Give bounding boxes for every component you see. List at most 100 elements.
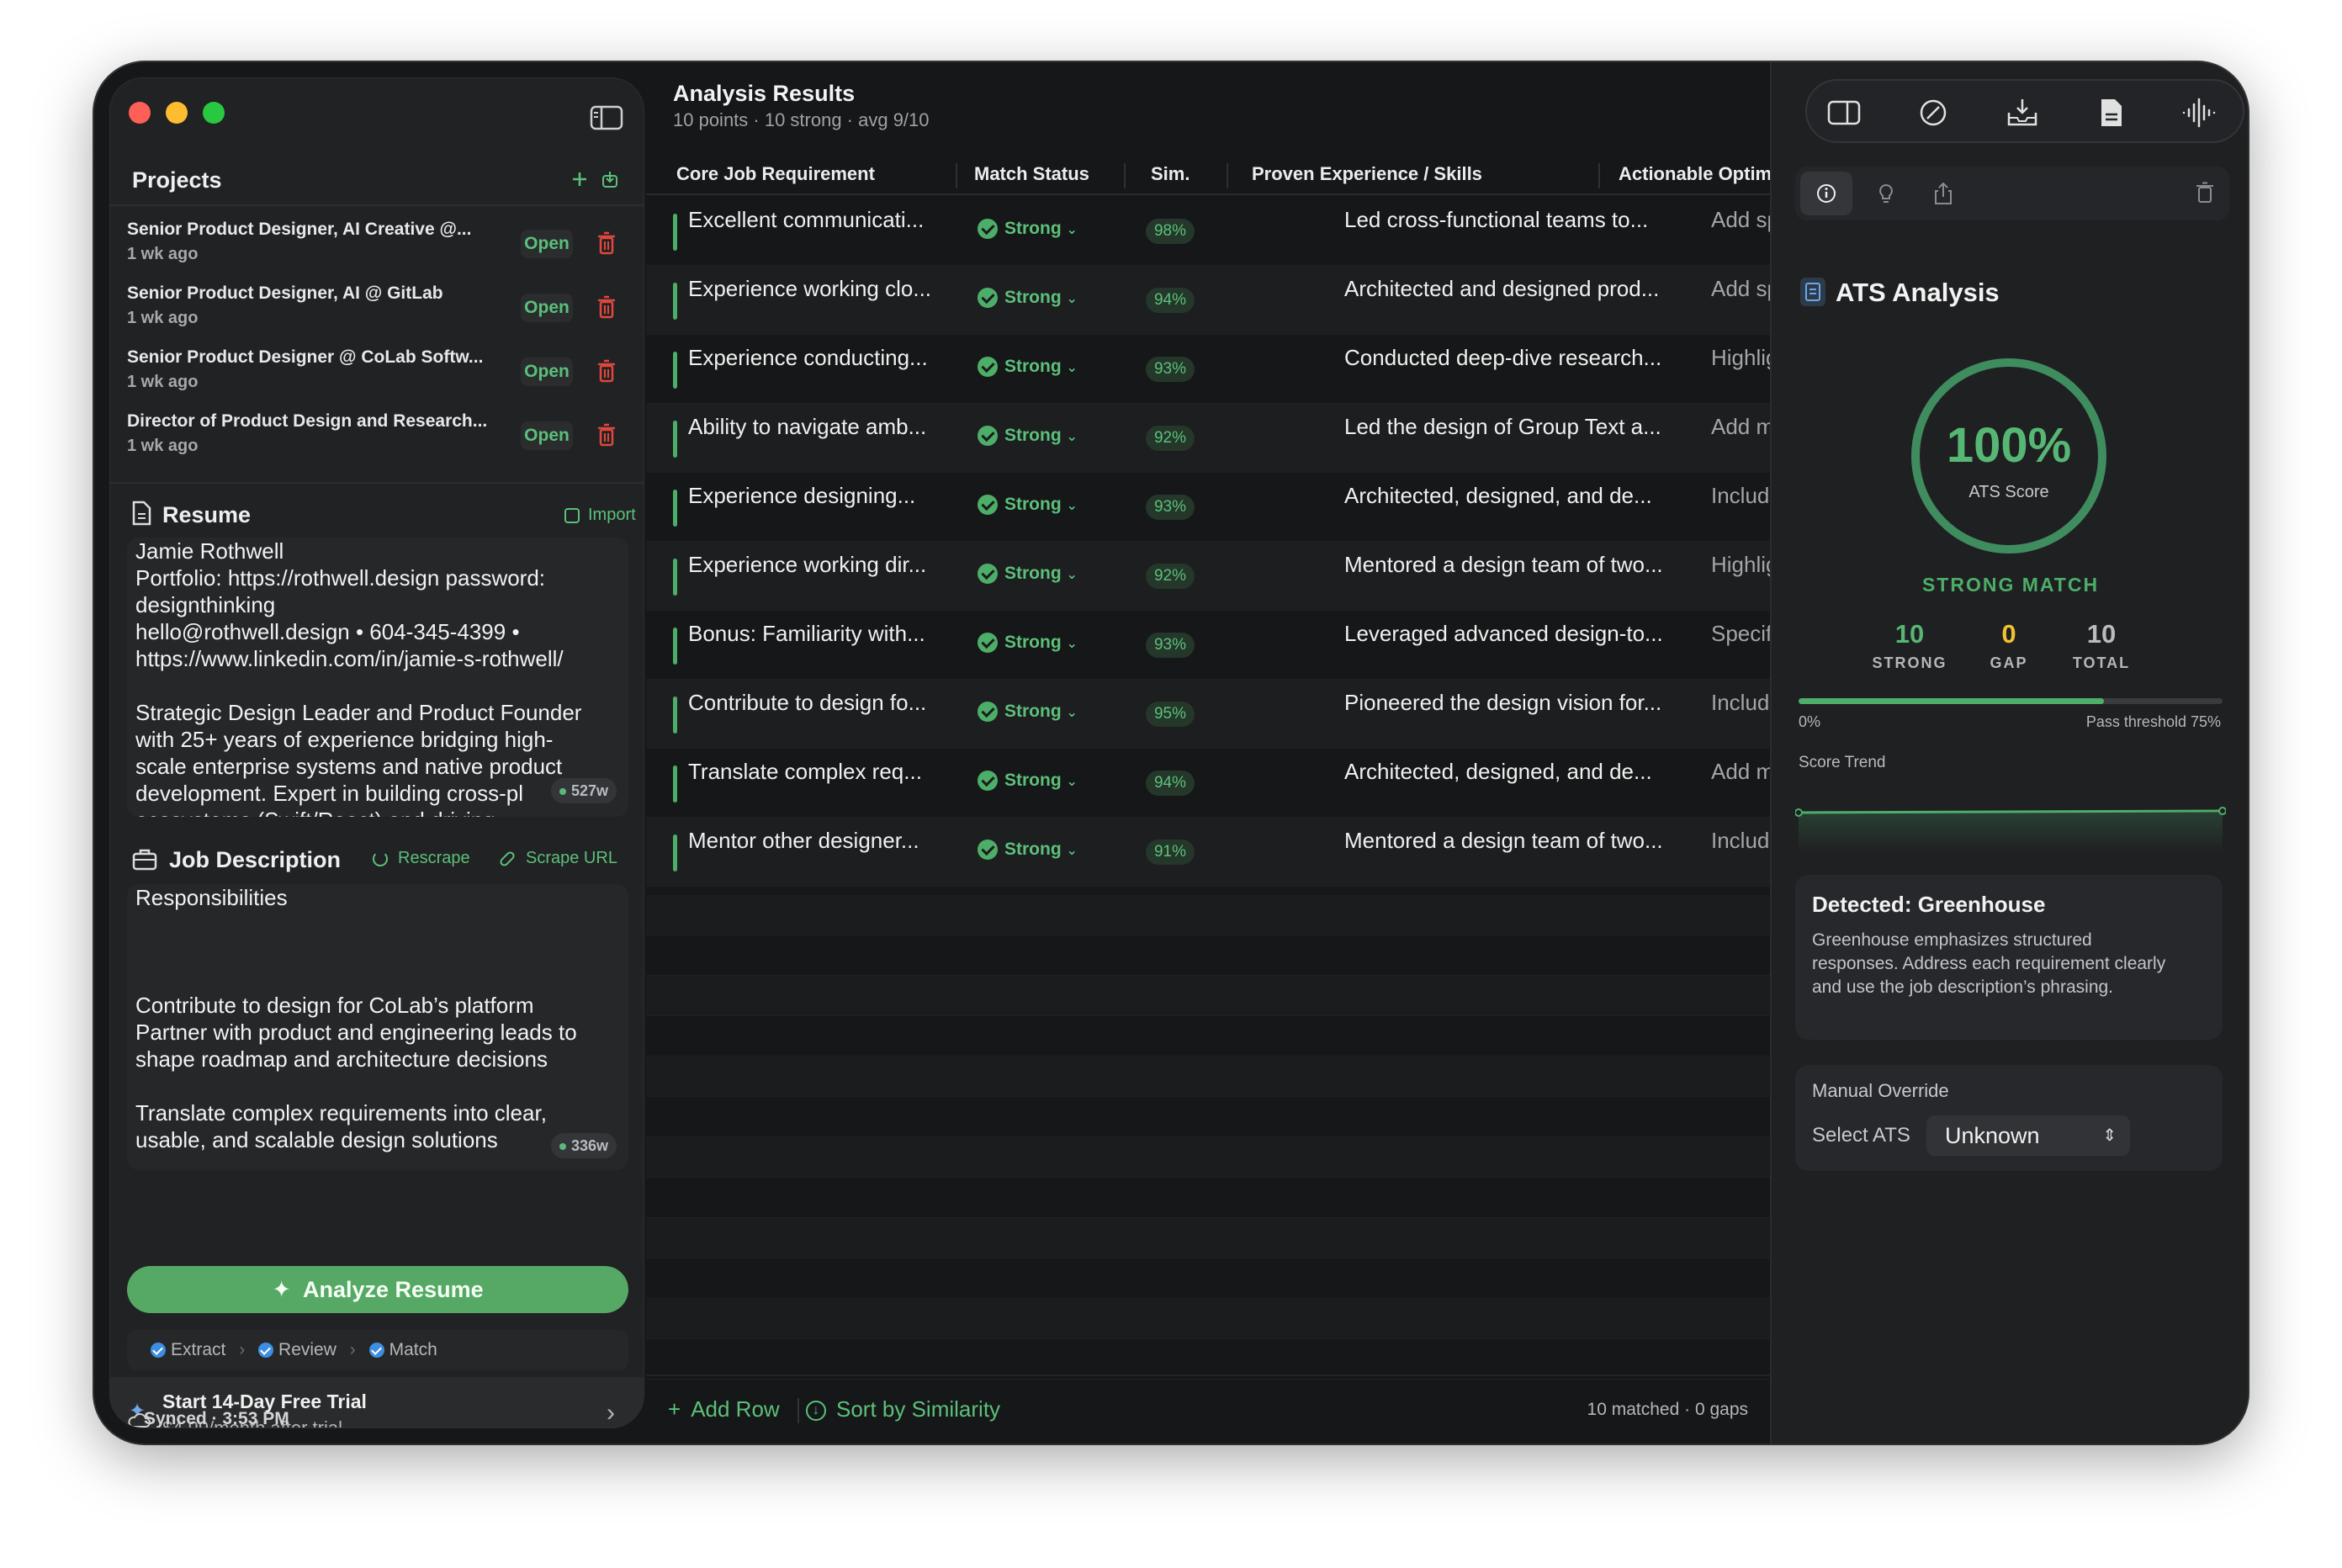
trash-icon[interactable] (596, 231, 617, 255)
waveform-icon[interactable] (2180, 94, 2217, 131)
ats-select[interactable]: Unknown ⇕ (1926, 1115, 2130, 1156)
resume-text[interactable]: Jamie Rothwell Portfolio: https://rothwe… (127, 538, 628, 817)
match-status-dropdown[interactable]: Strong ⌄ (978, 426, 1078, 447)
manual-override-title: Manual Override (1812, 1080, 1949, 1101)
open-project-button[interactable]: Open (521, 358, 573, 386)
match-status-dropdown[interactable]: Strong ⌄ (978, 702, 1078, 723)
match-status-dropdown[interactable]: Strong ⌄ (978, 564, 1078, 585)
table-row[interactable]: Experience working clo... Strong ⌄ 94% Arch… (646, 266, 1858, 335)
table-row[interactable]: Experience designing... Strong ⌄ 93% Archit… (646, 473, 1861, 542)
checkmark-circle-icon (978, 702, 998, 723)
empty-row (646, 1137, 1770, 1178)
experience-cell[interactable]: Led the design of Group Text a... (1344, 414, 1706, 440)
requirement-cell[interactable]: Ability to navigate amb... (688, 414, 956, 440)
chevron-down-icon: ⌄ (1066, 844, 1078, 858)
rescrape-button[interactable]: Rescrape (373, 849, 470, 868)
column-header[interactable]: Actionable Optim (1619, 163, 1772, 185)
empty-row (646, 1299, 1770, 1339)
import-project-icon[interactable] (600, 169, 620, 189)
match-status-dropdown[interactable]: Strong ⌄ (978, 357, 1078, 378)
trash-icon[interactable] (596, 359, 617, 383)
project-item[interactable]: Senior Product Designer @ CoLab Softw...… (110, 339, 644, 403)
table-row[interactable]: Contribute to design fo... Strong ⌄ 95% Pio… (646, 680, 1859, 749)
lightbulb-icon[interactable] (1876, 183, 1896, 205)
experience-cell[interactable]: Architected, designed, and de... (1344, 483, 1706, 509)
chevron-right-icon: › (349, 1340, 356, 1359)
sparkle-icon: ✦ (272, 1277, 292, 1302)
requirement-cell[interactable]: Excellent communicati... (688, 207, 956, 233)
requirement-cell[interactable]: Experience working clo... (688, 276, 956, 302)
empty-row (646, 1178, 1770, 1218)
match-status-dropdown[interactable]: Strong ⌄ (978, 495, 1078, 516)
trash-icon[interactable] (596, 295, 617, 319)
score-trend-chart (1794, 803, 2227, 853)
minimize-window-button[interactable] (166, 102, 188, 124)
chevron-down-icon: ⌄ (1066, 637, 1078, 651)
requirement-cell[interactable]: Mentor other designer... (688, 828, 956, 854)
row-indicator (673, 421, 677, 458)
match-status-dropdown[interactable]: Strong ⌄ (978, 219, 1078, 240)
share-icon[interactable] (1933, 182, 1953, 205)
trash-icon[interactable] (596, 423, 617, 447)
experience-cell[interactable]: Architected, designed, and de... (1344, 759, 1706, 785)
match-status-dropdown[interactable]: Strong ⌄ (978, 840, 1078, 861)
experience-cell[interactable]: Leveraged advanced design-to... (1344, 621, 1706, 647)
table-row[interactable]: Mentor other designer... Strong ⌄ 91% Mento… (646, 818, 1861, 887)
open-project-button[interactable]: Open (521, 230, 573, 258)
column-header[interactable]: Core Job Requirement (676, 163, 875, 185)
document-icon (130, 501, 152, 526)
table-row[interactable]: Experience working dir... Strong ⌄ 92% Ment… (646, 542, 1867, 611)
requirement-cell[interactable]: Bonus: Familiarity with... (688, 621, 956, 647)
close-window-button[interactable] (129, 102, 151, 124)
experience-cell[interactable]: Conducted deep-dive research... (1344, 345, 1706, 371)
score-progress-bar (1799, 698, 2223, 704)
experience-cell[interactable]: Mentored a design team of two... (1344, 828, 1706, 854)
experience-cell[interactable]: Led cross-functional teams to... (1344, 207, 1706, 233)
table-row[interactable]: Bonus: Familiarity with... Strong ⌄ 93% Lev… (646, 611, 1862, 680)
experience-cell[interactable]: Architected and designed prod... (1344, 276, 1706, 302)
column-header[interactable]: Match Status (974, 163, 1089, 185)
document-fill-icon[interactable] (2093, 94, 2130, 131)
job-description-text[interactable]: Responsibilities Contribute to design fo… (127, 884, 628, 1170)
similarity-badge: 93% (1146, 357, 1195, 382)
open-project-button[interactable]: Open (521, 421, 573, 450)
table-row[interactable]: Experience conducting... Strong ⌄ 93% Condu… (646, 335, 1855, 404)
match-status-dropdown[interactable]: Strong ⌄ (978, 633, 1078, 654)
trash-icon[interactable] (2196, 182, 2214, 204)
add-project-icon[interactable] (570, 169, 590, 189)
step-review: Review (278, 1340, 336, 1359)
threshold-label: Pass threshold 75% (2085, 713, 2221, 730)
add-row-button[interactable]: + Add Row (668, 1396, 780, 1422)
resume-word-count: 527w (550, 778, 617, 803)
zoom-window-button[interactable] (203, 102, 225, 124)
match-status-dropdown[interactable]: Strong ⌄ (978, 288, 1078, 309)
prohibit-icon[interactable] (1915, 94, 1952, 131)
analyze-resume-button[interactable]: ✦ Analyze Resume (127, 1266, 628, 1313)
project-item[interactable]: Director of Product Design and Research.… (110, 403, 644, 467)
project-item[interactable]: Senior Product Designer, AI Creative @..… (110, 211, 644, 275)
experience-cell[interactable]: Mentored a design team of two... (1344, 552, 1706, 578)
project-item[interactable]: Senior Product Designer, AI @ GitLab 1 w… (110, 275, 644, 339)
requirement-cell[interactable]: Experience working dir... (688, 552, 956, 578)
open-project-button[interactable]: Open (521, 294, 573, 322)
import-resume-button[interactable]: Import (564, 506, 636, 525)
requirement-cell[interactable]: Translate complex req... (688, 759, 956, 785)
sort-by-similarity-button[interactable]: ↓ Sort by Similarity (806, 1396, 1000, 1422)
match-status-dropdown[interactable]: Strong ⌄ (978, 771, 1078, 792)
table-row[interactable]: Ability to navigate amb... Strong ⌄ 92% Led… (646, 404, 1866, 473)
column-header[interactable]: Sim. (1151, 163, 1190, 185)
info-tab[interactable] (1800, 172, 1852, 215)
scrape-url-button[interactable]: Scrape URL (498, 849, 617, 868)
requirement-cell[interactable]: Experience conducting... (688, 345, 956, 371)
tray-download-icon[interactable] (2004, 94, 2041, 131)
split-view-icon[interactable] (1825, 94, 1862, 131)
empty-row (646, 1016, 1770, 1057)
sidebar-toggle-icon[interactable] (590, 105, 623, 130)
table-row[interactable]: Translate complex req... Strong ⌄ 94% Archi… (646, 749, 1857, 818)
requirement-cell[interactable]: Experience designing... (688, 483, 956, 509)
requirement-cell[interactable]: Contribute to design fo... (688, 690, 956, 716)
experience-cell[interactable]: Pioneered the design vision for... (1344, 690, 1706, 716)
column-header[interactable]: Proven Experience / Skills (1252, 163, 1482, 185)
table-row[interactable]: Excellent communicati... Strong ⌄ 98% Led c… (646, 197, 1858, 266)
chevron-down-icon: ⌄ (1066, 292, 1078, 306)
